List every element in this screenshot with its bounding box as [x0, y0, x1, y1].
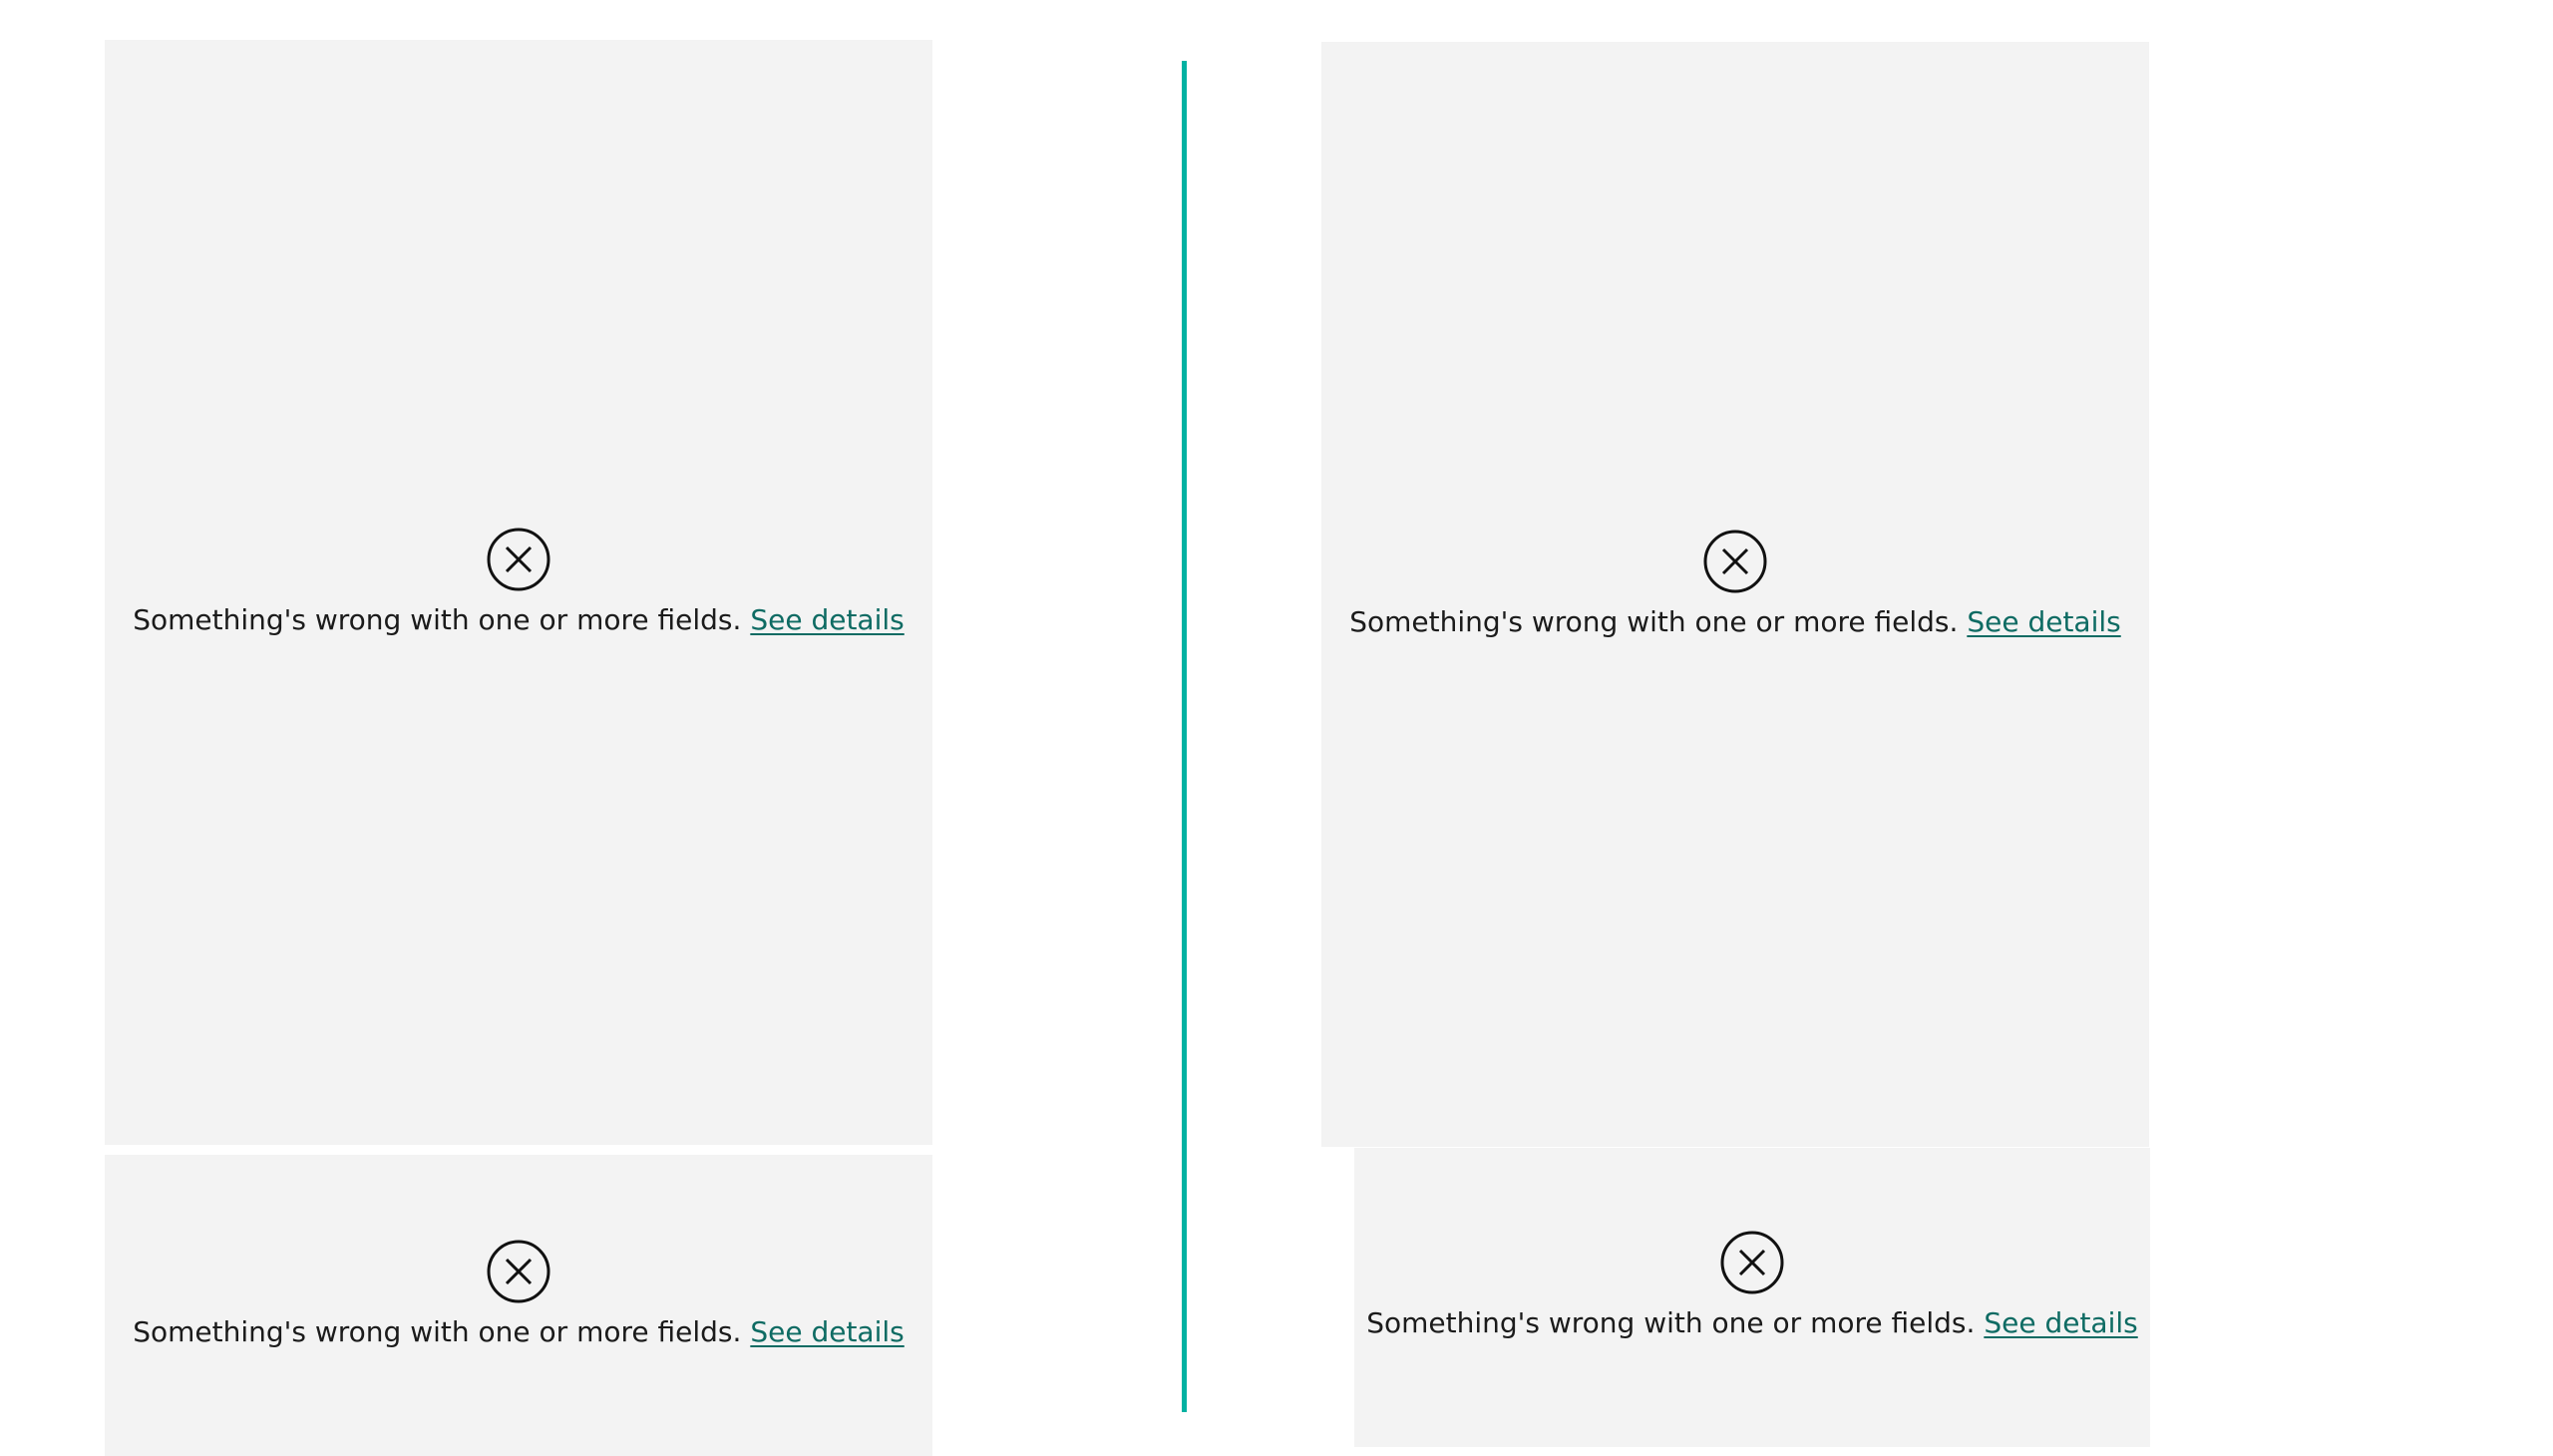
see-details-link[interactable]: See details	[1984, 1306, 2137, 1339]
error-panel-left-small: Something's wrong with one or more field…	[105, 1155, 932, 1456]
error-circle-x-icon	[487, 1240, 550, 1303]
error-message-block: Something's wrong with one or more field…	[105, 527, 932, 640]
error-message-block: Something's wrong with one or more field…	[1321, 529, 2149, 642]
error-message-block: Something's wrong with one or more field…	[1354, 1230, 2150, 1343]
error-panel-right-small: Something's wrong with one or more field…	[1354, 1148, 2150, 1447]
error-circle-x-icon	[1720, 1231, 1784, 1294]
see-details-link[interactable]: See details	[1967, 605, 2120, 638]
see-details-link[interactable]: See details	[750, 603, 904, 636]
error-circle-x-icon	[1703, 530, 1767, 593]
error-message-block: Something's wrong with one or more field…	[105, 1239, 932, 1352]
error-circle-x-icon	[487, 528, 550, 591]
error-message-text: Something's wrong with one or more field…	[133, 1315, 751, 1348]
error-message-text: Something's wrong with one or more field…	[1349, 605, 1968, 638]
see-details-link[interactable]: See details	[750, 1315, 904, 1348]
error-message-text: Something's wrong with one or more field…	[1366, 1306, 1985, 1339]
vertical-divider	[1182, 61, 1187, 1412]
error-panel-left-large: Something's wrong with one or more field…	[105, 40, 932, 1145]
error-message-text: Something's wrong with one or more field…	[133, 603, 751, 636]
error-panel-right-large: Something's wrong with one or more field…	[1321, 42, 2149, 1147]
